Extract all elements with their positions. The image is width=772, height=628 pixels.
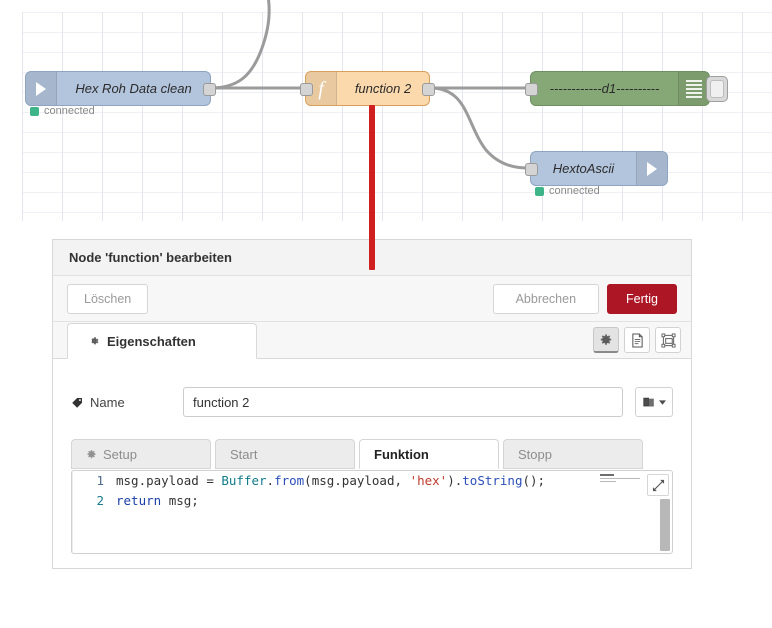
status-dot: [30, 106, 39, 116]
document-icon-button[interactable]: [624, 327, 650, 353]
function-fx-icon-glyph: f: [318, 77, 324, 100]
node-label: Hex Roh Data clean: [75, 81, 192, 96]
arrow-right-icon: [26, 72, 57, 105]
node-status-hextoascii: connected: [535, 185, 600, 197]
node-label: function 2: [354, 81, 412, 96]
code-text: return msg;: [116, 493, 199, 508]
dialog-title: Node 'function' bearbeiten: [69, 250, 232, 265]
function-subtabs: Setup Start Funktion Stopp: [71, 439, 673, 469]
tag-icon: [72, 397, 82, 408]
editor-vertical-scrollbar[interactable]: [660, 499, 670, 551]
gear-icon: [91, 337, 99, 345]
dialog-action-buttons: Abbrechen Fertig: [492, 283, 677, 314]
gear-icon: [87, 449, 96, 458]
subtab-funktion[interactable]: Funktion: [359, 439, 499, 469]
code-line: 2 return msg;: [72, 491, 672, 511]
wire-function-to-hextoascii: [429, 86, 531, 170]
editor-left-rule: [72, 471, 73, 553]
gear-icon-button[interactable]: [593, 327, 619, 353]
dialog-tab-row: Eigenschaften: [53, 322, 691, 359]
node-d1-debug[interactable]: ------------d1----------: [525, 71, 728, 106]
name-dropdown-button[interactable]: [635, 387, 673, 417]
name-label-text: Name: [90, 394, 125, 410]
chevron-down-icon: [659, 399, 666, 405]
red-annotation-bar: [369, 105, 375, 270]
node-output-port[interactable]: [203, 82, 216, 96]
subtab-label: Start: [230, 446, 258, 462]
name-field-row: Name: [71, 387, 673, 417]
subtab-stopp[interactable]: Stopp: [503, 439, 643, 469]
name-input[interactable]: [183, 387, 623, 417]
subtab-start[interactable]: Start: [215, 439, 355, 469]
node-function-2[interactable]: f function 2: [300, 71, 435, 106]
line-number: 2: [96, 493, 104, 508]
subtab-setup[interactable]: Setup: [71, 439, 211, 469]
node-label: ------------d1----------: [549, 81, 660, 96]
node-input-port[interactable]: [525, 162, 538, 176]
code-text: msg.payload = Buffer.from(msg.payload, '…: [116, 473, 546, 488]
cancel-button[interactable]: Abbrechen: [492, 283, 600, 314]
delete-button[interactable]: Löschen: [67, 283, 149, 314]
editor-minimap[interactable]: [600, 474, 644, 485]
arrow-right-icon-glyph: [647, 161, 657, 176]
node-output-port[interactable]: [422, 82, 435, 96]
node-label: HextoAscii: [552, 161, 615, 176]
flow-canvas[interactable]: Hex Roh Data clean connected f function …: [0, 0, 772, 221]
status-text: connected: [44, 105, 95, 117]
expand-editor-button[interactable]: [647, 474, 669, 496]
node-input-port[interactable]: [300, 82, 313, 96]
flow-wires: [209, 0, 531, 170]
status-dot: [535, 186, 544, 196]
book-icon: [643, 397, 654, 407]
debug-lines-icon: [678, 72, 709, 105]
tab-eigenschaften[interactable]: Eigenschaften: [67, 323, 257, 359]
tab-label: Eigenschaften: [107, 333, 196, 349]
subtab-label: Funktion: [374, 446, 429, 462]
subtab-label: Setup: [103, 446, 137, 462]
wire-up: [209, 0, 271, 90]
node-input-port[interactable]: [525, 82, 538, 96]
dialog-tab-icons: [593, 327, 681, 353]
line-number: 1: [96, 473, 104, 488]
document-icon: [631, 332, 643, 348]
appearance-icon-button[interactable]: [655, 327, 681, 353]
appearance-icon: [661, 333, 675, 347]
arrow-right-icon: [636, 152, 667, 185]
dialog-body: Name Setup: [53, 359, 691, 554]
subtab-label: Stopp: [518, 446, 552, 462]
arrow-right-icon-glyph: [36, 81, 46, 96]
status-text: connected: [549, 185, 600, 197]
debug-toggle-button[interactable]: [706, 75, 728, 102]
node-hex-roh-data-clean[interactable]: Hex Roh Data clean: [25, 71, 216, 106]
dialog-toolbar: Löschen Abbrechen Fertig: [53, 276, 691, 322]
edit-function-node-dialog: Node 'function' bearbeiten Löschen Abbre…: [52, 239, 692, 569]
code-editor[interactable]: 1 msg.payload = Buffer.from(msg.payload,…: [71, 470, 673, 554]
gear-icon: [600, 333, 612, 345]
name-label: Name: [71, 395, 171, 410]
node-hextoascii[interactable]: HextoAscii: [525, 151, 668, 186]
code-line: 1 msg.payload = Buffer.from(msg.payload,…: [72, 471, 672, 491]
expand-diagonal-icon: [652, 479, 664, 491]
done-button[interactable]: Fertig: [607, 283, 677, 314]
node-status-hex-roh: connected: [30, 105, 95, 117]
